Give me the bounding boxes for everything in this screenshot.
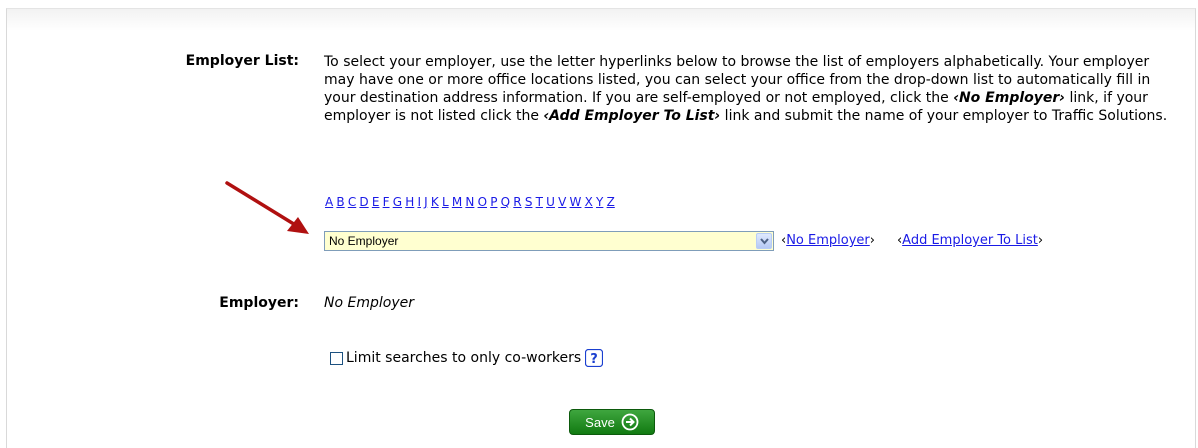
instructions-bold-no-employer: ‹No Employer› (953, 90, 1066, 106)
letter-link-s[interactable]: S (525, 195, 533, 209)
letter-link-g[interactable]: G (393, 195, 402, 209)
letter-link-d[interactable]: D (359, 195, 368, 209)
letter-link-l[interactable]: L (442, 195, 449, 209)
letter-link-o[interactable]: O (478, 195, 487, 209)
letter-link-i[interactable]: I (417, 195, 421, 209)
letter-link-h[interactable]: H (405, 195, 414, 209)
add-employer-link[interactable]: Add Employer To List (902, 233, 1038, 248)
employer-list-label: Employer List: (185, 53, 299, 69)
limit-coworkers-row: Limit searches to only co-workers ? (330, 349, 604, 367)
circle-arrow-right-icon (621, 413, 639, 431)
limit-coworkers-checkbox[interactable] (330, 351, 343, 365)
letter-link-w[interactable]: W (570, 195, 582, 209)
svg-text:?: ? (590, 352, 598, 367)
employer-select-value: No Employer (329, 234, 399, 248)
letter-link-t[interactable]: T (536, 195, 543, 209)
letter-link-k[interactable]: K (431, 195, 439, 209)
letter-link-r[interactable]: R (513, 195, 521, 209)
letter-link-x[interactable]: X (585, 195, 593, 209)
employer-panel: Employer List: To select your employer, … (6, 8, 1196, 448)
save-button[interactable]: Save (569, 409, 655, 435)
save-button-label: Save (585, 414, 615, 430)
letter-link-q[interactable]: Q (501, 195, 510, 209)
instructions-bold-add-employer: ‹Add Employer To List› (543, 108, 721, 124)
letter-link-v[interactable]: V (558, 195, 566, 209)
letter-link-a[interactable]: A (325, 195, 333, 209)
employer-instructions: To select your employer, use the letter … (324, 53, 1184, 125)
letter-link-f[interactable]: F (383, 195, 390, 209)
question-mark-icon[interactable]: ? (585, 349, 604, 367)
chevron-down-icon (760, 238, 769, 245)
employer-select[interactable]: No Employer (324, 231, 774, 251)
letter-link-p[interactable]: P (490, 195, 497, 209)
limit-coworkers-label: Limit searches to only co-workers (346, 350, 582, 366)
employer-value: No Employer (324, 295, 414, 311)
letter-link-n[interactable]: N (465, 195, 474, 209)
letter-link-c[interactable]: C (348, 195, 356, 209)
letter-link-j[interactable]: J (424, 195, 428, 209)
letter-link-b[interactable]: B (336, 195, 344, 209)
instructions-text-3: link and submit the name of your employe… (720, 108, 1168, 124)
employer-action-links: ‹No Employer› ‹Add Employer To List› (781, 233, 1044, 248)
letter-link-y[interactable]: Y (596, 195, 603, 209)
letter-link-m[interactable]: M (452, 195, 462, 209)
letter-link-z[interactable]: Z (607, 195, 615, 209)
employer-label: Employer: (219, 295, 299, 311)
red-arrow-icon (225, 181, 309, 234)
letter-link-e[interactable]: E (372, 195, 380, 209)
no-employer-link[interactable]: No Employer (786, 233, 870, 248)
alphabet-links: ABCDEFGHIJKLMNOPQRSTUVWXYZ (325, 195, 618, 209)
dropdown-button[interactable] (756, 233, 772, 249)
letter-link-u[interactable]: U (546, 195, 555, 209)
